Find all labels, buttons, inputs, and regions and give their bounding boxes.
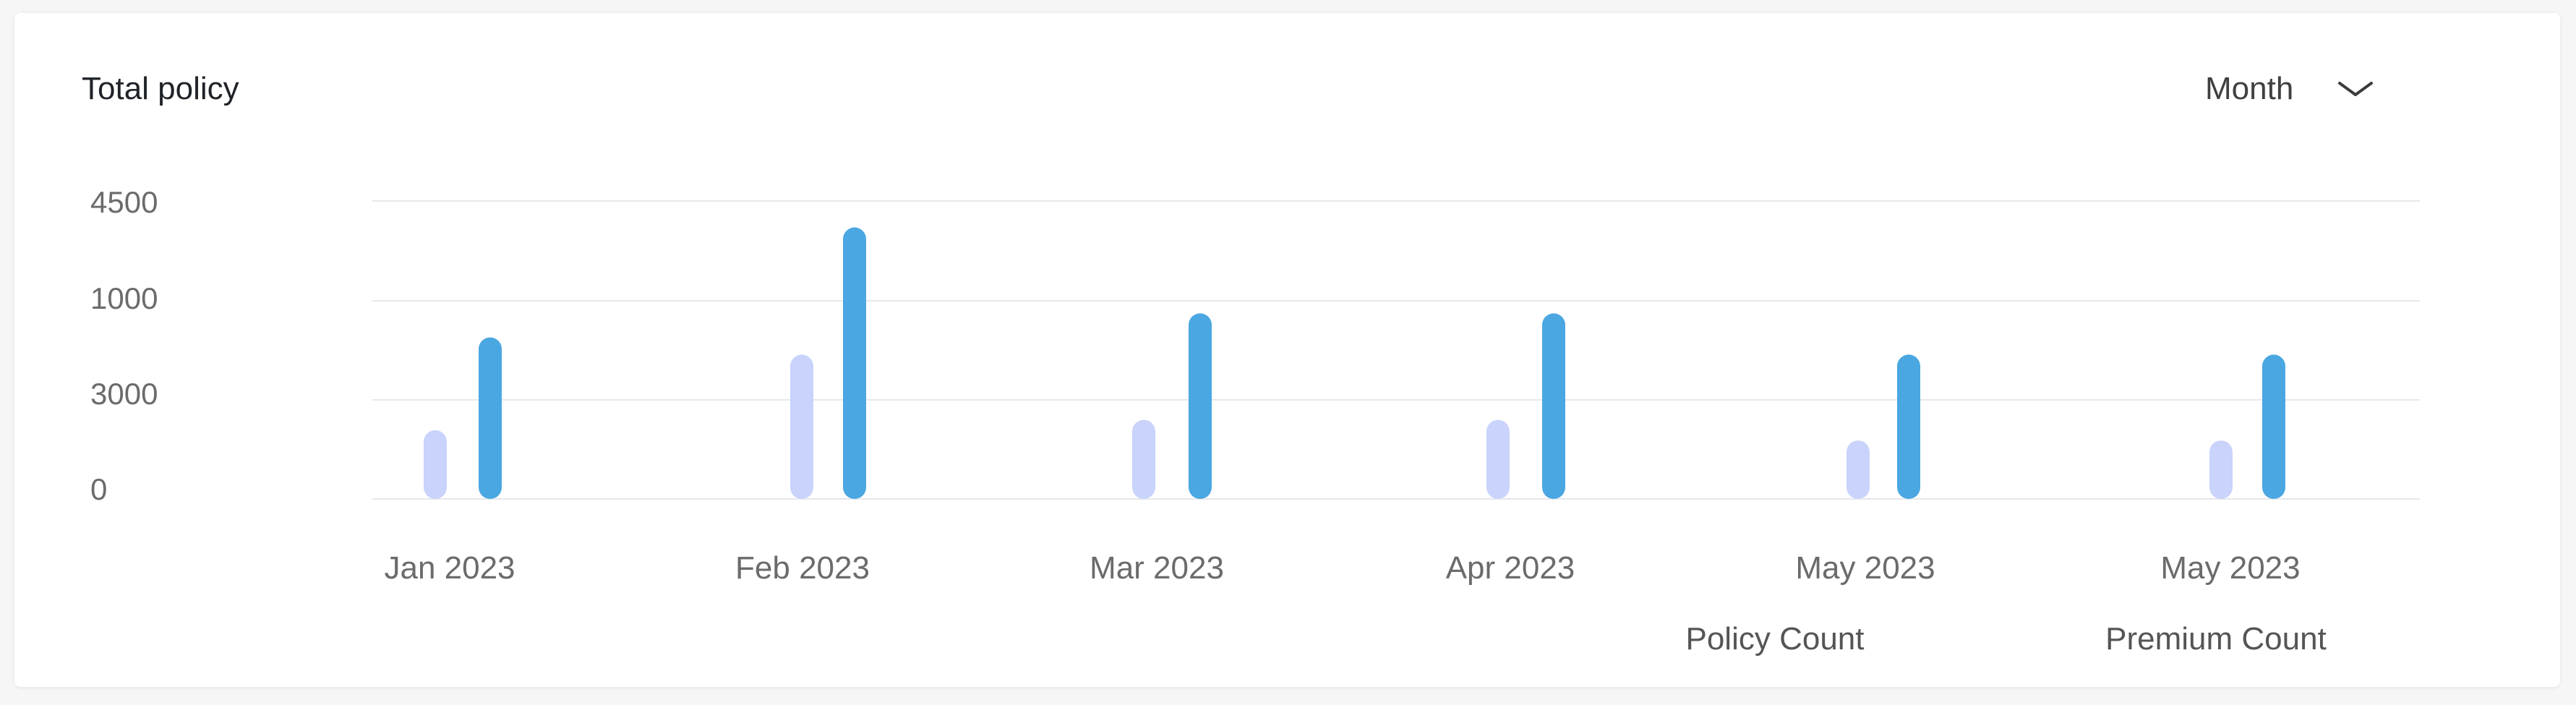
y-tick-label: 3000 [90, 377, 158, 411]
bar-policy-count [2209, 440, 2233, 499]
bar-premium-count [1897, 354, 1920, 499]
y-tick-label: 4500 [90, 185, 158, 219]
x-tick-label: May 2023 [2160, 550, 2300, 586]
legend-label: Premium Count [2105, 621, 2327, 657]
x-tick-label: May 2023 [1795, 550, 1935, 586]
bar-policy-count [1847, 440, 1870, 499]
bar-policy-count [1486, 419, 1510, 499]
x-tick-label: Mar 2023 [1090, 550, 1224, 586]
bar-policy-count [1132, 419, 1155, 499]
y-tick-label: 1000 [90, 281, 158, 315]
x-tick-label: Jan 2023 [384, 550, 515, 586]
bar-premium-count [843, 227, 866, 499]
legend-label: Policy Count [1685, 621, 1864, 657]
bar-premium-count [1189, 313, 1212, 499]
x-tick-label: Feb 2023 [735, 550, 870, 586]
bar-policy-count [790, 354, 813, 499]
bar-chart: 0 3000 1000 4500 Jan 2023 Feb 2023 Mar 2023 Apr… [90, 185, 2420, 657]
x-tick-label: Apr 2023 [1446, 550, 1575, 586]
bar-policy-count [424, 430, 447, 499]
bar-premium-count [479, 337, 502, 499]
y-tick-label: 0 [90, 472, 107, 506]
bar-premium-count [2262, 354, 2285, 499]
bar-premium-count [1542, 313, 1565, 499]
